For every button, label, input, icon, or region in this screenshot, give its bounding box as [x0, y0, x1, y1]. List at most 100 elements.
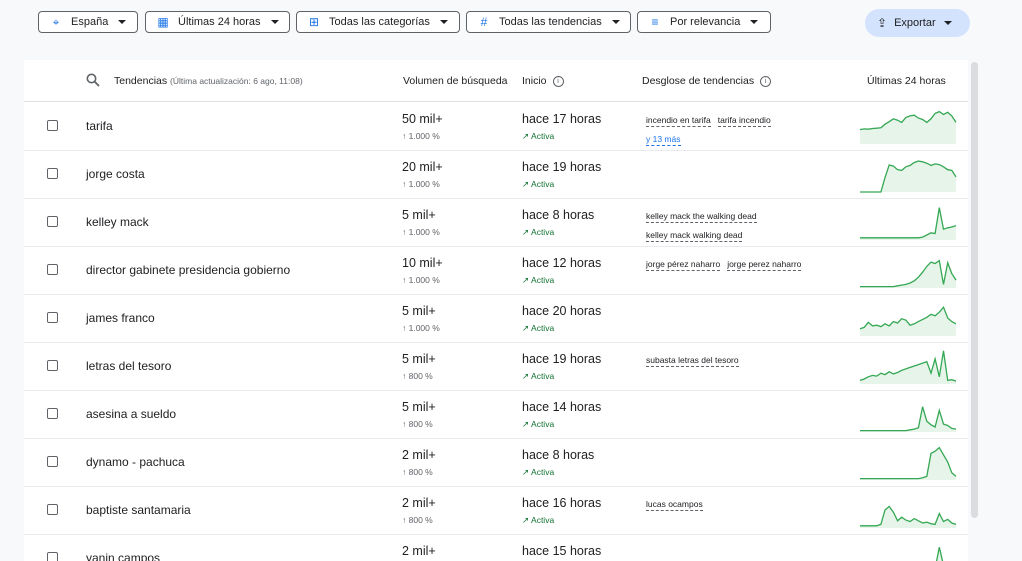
trend-term[interactable]: tarifa [86, 119, 113, 133]
sparkline-chart [860, 160, 957, 193]
trend-breakdown-chip[interactable]: kelley mack the walking dead [646, 211, 757, 223]
trend-term[interactable]: baptiste santamaria [86, 503, 191, 517]
table-row[interactable]: director gabinete presidencia gobierno 1… [24, 246, 968, 295]
status-label: Activa [531, 419, 555, 429]
start-time: hace 14 horas [522, 400, 602, 414]
row-checkbox[interactable] [47, 216, 58, 227]
trending-up-icon: ↗ [522, 227, 530, 237]
export-label: Exportar [894, 17, 936, 29]
start-time: hace 12 horas [522, 256, 602, 270]
trend-term[interactable]: yanin campos [86, 551, 160, 561]
row-checkbox[interactable] [47, 360, 58, 371]
trend-breakdown: incendio en tarifa tarifa incendio y 13 má… [646, 111, 856, 149]
row-checkbox[interactable] [47, 312, 58, 323]
breakdown-column-label: Desglose de tendencias [642, 75, 755, 87]
row-checkbox[interactable] [47, 504, 58, 515]
more-link[interactable]: y 13 más [646, 134, 681, 146]
trend-breakdown: jorge pérez naharro jorge perez naharro [646, 255, 856, 274]
status-label: Activa [531, 323, 555, 333]
trending-up-icon: ↗ [522, 467, 530, 477]
sparkline-area [860, 350, 956, 384]
status-badge: ↗ Activa [522, 131, 554, 142]
trend-breakdown-chip[interactable]: jorge pérez naharro [646, 259, 721, 271]
volume-increase: ↑ 1.000 % [402, 227, 440, 237]
table-row[interactable]: jorge costa 20 mil+ ↑ 1.000 % hace 19 ho… [24, 150, 968, 199]
row-checkbox[interactable] [47, 408, 58, 419]
trends-column-header[interactable]: Tendencias (Última actualización: 6 ago,… [114, 75, 303, 87]
trend-breakdown-chip[interactable]: incendio en tarifa [646, 115, 711, 127]
trend-breakdown-chip[interactable]: jorge perez naharro [727, 259, 802, 271]
search-volume: 10 mil+ [402, 256, 443, 270]
filter-sort[interactable]: ≡ Por relevancia [637, 11, 771, 33]
trend-term[interactable]: kelley mack [86, 215, 149, 229]
filter-time[interactable]: ▦ Últimas 24 horas [145, 11, 290, 33]
export-button[interactable]: ⇪ Exportar [865, 9, 970, 37]
last-updated-text: (Última actualización: 6 ago, 11:08) [170, 76, 303, 86]
search-icon[interactable] [86, 73, 100, 90]
table-row[interactable]: kelley mack 5 mil+ ↑ 1.000 % hace 8 hora… [24, 198, 968, 247]
trend-term[interactable]: letras del tesoro [86, 359, 171, 373]
trend-term[interactable]: james franco [86, 311, 155, 325]
row-checkbox[interactable] [47, 552, 58, 561]
chevron-down-icon [118, 20, 127, 24]
filter-trend-type[interactable]: # Todas las tendencias [466, 11, 631, 33]
start-column-header[interactable]: Inicio i [522, 75, 564, 87]
status-label: Activa [531, 179, 555, 189]
volume-increase: ↑ 1.000 % [402, 131, 440, 141]
calendar-icon: ▦ [157, 15, 169, 29]
info-icon[interactable]: i [760, 75, 772, 87]
trend-breakdown-chip[interactable]: subasta letras del tesoro [646, 355, 739, 367]
search-volume: 2 mil+ [402, 496, 436, 510]
trending-up-icon: ↗ [522, 179, 530, 189]
sparkline-chart [860, 406, 957, 432]
row-checkbox[interactable] [47, 264, 58, 275]
sparkline-chart [859, 110, 957, 144]
table-row[interactable]: asesina a sueldo 5 mil+ ↑ 800 % hace 14 … [24, 390, 968, 439]
trending-up-icon: ↗ [522, 131, 530, 141]
trend-term[interactable]: dynamo - pachuca [86, 455, 185, 469]
search-volume: 2 mil+ [402, 448, 436, 462]
filter-category-label: Todas las categorías [329, 16, 430, 28]
row-checkbox[interactable] [47, 168, 58, 179]
chevron-down-icon [611, 20, 620, 24]
row-checkbox[interactable] [47, 456, 58, 467]
trend-breakdown-chip[interactable]: kelley mack walking dead [646, 230, 743, 242]
scrollbar[interactable] [971, 62, 978, 518]
search-volume: 5 mil+ [402, 208, 436, 222]
trends-table: Tendencias (Última actualización: 6 ago,… [24, 60, 968, 561]
table-row[interactable]: yanin campos 2 mil+ ↑ 800 % hace 15 hora… [24, 534, 968, 561]
sparkline-chart [860, 446, 957, 480]
volume-increase: ↑ 800 % [402, 419, 433, 429]
table-row[interactable]: dynamo - pachuca 2 mil+ ↑ 800 % hace 8 h… [24, 438, 968, 487]
trending-up-icon: ↗ [522, 515, 530, 525]
trend-term[interactable]: asesina a sueldo [86, 407, 176, 421]
filter-sort-label: Por relevancia [670, 16, 741, 28]
sparkline-chart [860, 207, 957, 240]
table-row[interactable]: tarifa 50 mil+ ↑ 1.000 % hace 17 horas ↗… [24, 102, 968, 151]
row-checkbox[interactable] [47, 120, 58, 131]
trend-breakdown-chip[interactable]: tarifa incendio [717, 115, 771, 127]
trend-term[interactable]: director gabinete presidencia gobierno [86, 263, 290, 277]
volume-increase: ↑ 800 % [402, 371, 433, 381]
start-time: hace 19 horas [522, 352, 602, 366]
info-icon[interactable]: i [552, 75, 564, 87]
table-row[interactable]: james franco 5 mil+ ↑ 1.000 % hace 20 ho… [24, 294, 968, 343]
trend-breakdown-chip[interactable]: lucas ocampos [646, 499, 703, 511]
status-label: Activa [531, 467, 555, 477]
filter-trend-type-label: Todas las tendencias [499, 16, 602, 28]
filter-category[interactable]: ⊞ Todas las categorías [296, 11, 460, 33]
sparkline-chart [860, 259, 957, 288]
table-row[interactable]: letras del tesoro 5 mil+ ↑ 800 % hace 19… [24, 342, 968, 391]
trend-breakdown: kelley mack the walking dead kelley mack … [646, 207, 856, 245]
status-label: Activa [531, 515, 555, 525]
sparkline-chart [935, 547, 944, 561]
hashtag-icon: # [480, 15, 488, 29]
filter-location[interactable]: ⌖ España [38, 11, 138, 33]
sparkline-chart [859, 305, 957, 336]
chevron-down-icon [750, 20, 759, 24]
trend-term[interactable]: jorge costa [86, 167, 145, 181]
table-row[interactable]: baptiste santamaria 2 mil+ ↑ 800 % hace … [24, 486, 968, 535]
sparkline-chart [860, 505, 957, 528]
volume-column-header[interactable]: Volumen de búsqueda [403, 75, 508, 87]
sparkline-area [860, 207, 956, 240]
